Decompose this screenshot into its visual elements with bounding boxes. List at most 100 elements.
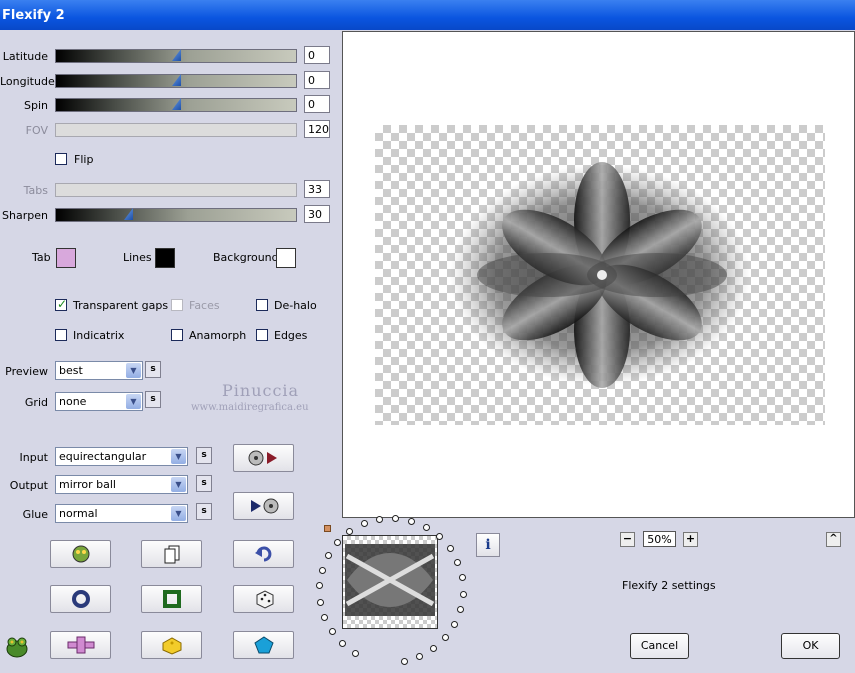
- square-frame-button[interactable]: [141, 585, 202, 613]
- dial-dot[interactable]: [325, 551, 333, 559]
- preview-pane[interactable]: [342, 31, 855, 518]
- tab-color-swatch[interactable]: [56, 248, 76, 268]
- dial-dot[interactable]: [318, 566, 326, 574]
- dial-dot[interactable]: [321, 613, 329, 621]
- dial-dot[interactable]: [457, 606, 465, 614]
- dial-dot[interactable]: [316, 582, 324, 590]
- slider-thumb[interactable]: [124, 208, 133, 220]
- indicatrix-checkbox[interactable]: [55, 329, 67, 341]
- chevron-down-icon[interactable]: ▼: [171, 449, 186, 464]
- output-select-value: mirror ball: [59, 478, 116, 491]
- latitude-value-field[interactable]: 0: [304, 46, 330, 64]
- tabs-value-field[interactable]: 33: [304, 180, 330, 198]
- dial-dot[interactable]: [458, 574, 466, 582]
- dial-dot[interactable]: [400, 657, 408, 665]
- fov-value-field[interactable]: 120: [304, 120, 330, 138]
- dial-dot[interactable]: [334, 538, 342, 546]
- input-select-value: equirectangular: [59, 450, 147, 463]
- dial-dot[interactable]: [454, 559, 462, 567]
- plus-shape-button[interactable]: [50, 631, 111, 659]
- ring-button[interactable]: [50, 585, 111, 613]
- navigator-thumbnail[interactable]: [342, 535, 438, 629]
- slider-thumb[interactable]: [172, 98, 181, 110]
- title-bar: Flexify 2: [0, 0, 855, 30]
- dial-dot[interactable]: [316, 598, 324, 606]
- dial-dot[interactable]: [392, 515, 400, 523]
- longitude-slider[interactable]: [55, 74, 297, 88]
- tabs-slider[interactable]: [55, 183, 297, 197]
- arrow-film-reel-icon: [250, 498, 278, 514]
- undo-button[interactable]: [233, 540, 294, 568]
- anamorph-checkbox[interactable]: [171, 329, 183, 341]
- cheese-button[interactable]: [141, 631, 202, 659]
- ok-button[interactable]: OK: [781, 633, 840, 659]
- plugin-logo: [4, 632, 30, 663]
- dice-button[interactable]: [233, 585, 294, 613]
- fov-slider[interactable]: [55, 123, 297, 137]
- slider-label-latitude: Latitude: [2, 50, 48, 63]
- dial-dot[interactable]: [446, 545, 454, 553]
- preview-select[interactable]: best ▼: [55, 361, 143, 380]
- anamorph-label: Anamorph: [189, 329, 247, 342]
- dial-dot[interactable]: [407, 517, 415, 525]
- input-to-output-button[interactable]: [233, 444, 294, 472]
- dial-dot[interactable]: [442, 634, 450, 642]
- grid-s-button[interactable]: s: [145, 391, 161, 408]
- transparent-gaps-checkbox[interactable]: ✓: [55, 297, 67, 311]
- dial-dot[interactable]: [375, 516, 383, 523]
- grid-select[interactable]: none ▼: [55, 392, 143, 411]
- dial-dot[interactable]: [352, 649, 360, 657]
- frog-logo-icon: [6, 637, 28, 658]
- lines-color-label: Lines: [123, 251, 152, 264]
- dial-dot[interactable]: [328, 628, 336, 636]
- de-halo-checkbox[interactable]: [256, 299, 268, 311]
- output-s-button[interactable]: s: [196, 475, 212, 492]
- longitude-value-field[interactable]: 0: [304, 71, 330, 89]
- chevron-down-icon[interactable]: ▼: [126, 363, 141, 378]
- undo-icon: [254, 546, 271, 562]
- info-button[interactable]: i: [476, 533, 500, 557]
- glue-s-button[interactable]: s: [196, 503, 212, 520]
- flower-preview-image: [450, 162, 750, 388]
- dial-dot[interactable]: [339, 640, 347, 648]
- lines-color-swatch[interactable]: [155, 248, 175, 268]
- latitude-slider[interactable]: [55, 49, 297, 63]
- faces-checkbox[interactable]: [171, 299, 183, 311]
- chevron-down-icon[interactable]: ▼: [126, 394, 141, 409]
- slider-thumb[interactable]: [172, 49, 181, 61]
- pentagon-button[interactable]: [233, 631, 294, 659]
- dial-dot[interactable]: [360, 520, 368, 528]
- output-select[interactable]: mirror ball ▼: [55, 475, 188, 494]
- flip-checkbox[interactable]: [55, 153, 67, 165]
- sharpen-slider[interactable]: [55, 208, 297, 222]
- zoom-in-button[interactable]: +: [683, 532, 698, 547]
- preview-s-button[interactable]: s: [145, 361, 161, 378]
- copy-button[interactable]: [141, 540, 202, 568]
- input-select[interactable]: equirectangular ▼: [55, 447, 188, 466]
- film-reel-arrow-icon: [248, 450, 277, 466]
- dial-dot[interactable]: [451, 621, 459, 629]
- slider-label-fov: FOV: [25, 124, 48, 137]
- dial-dot[interactable]: [459, 590, 467, 598]
- spin-value-field[interactable]: 0: [304, 95, 330, 113]
- dial-dot[interactable]: [430, 645, 438, 653]
- cancel-button[interactable]: Cancel: [630, 633, 689, 659]
- sharpen-value-field[interactable]: 30: [304, 205, 330, 223]
- spin-slider[interactable]: [55, 98, 297, 112]
- chevron-down-icon[interactable]: ▼: [171, 506, 186, 521]
- dial-dot[interactable]: [435, 533, 443, 541]
- zoom-out-button[interactable]: −: [620, 532, 635, 547]
- input-s-button[interactable]: s: [196, 447, 212, 464]
- chevron-down-icon[interactable]: ▼: [171, 477, 186, 492]
- frog-button[interactable]: [50, 540, 111, 568]
- collapse-button[interactable]: ^: [826, 532, 841, 547]
- edges-checkbox[interactable]: [256, 329, 268, 341]
- glue-select[interactable]: normal ▼: [55, 504, 188, 523]
- preview-select-value: best: [59, 364, 83, 377]
- dial-dot[interactable]: [422, 523, 430, 531]
- dial-handle[interactable]: [324, 525, 331, 532]
- slider-thumb[interactable]: [172, 74, 181, 86]
- output-to-input-button[interactable]: [233, 492, 294, 520]
- background-color-swatch[interactable]: [276, 248, 296, 268]
- dial-dot[interactable]: [416, 653, 424, 661]
